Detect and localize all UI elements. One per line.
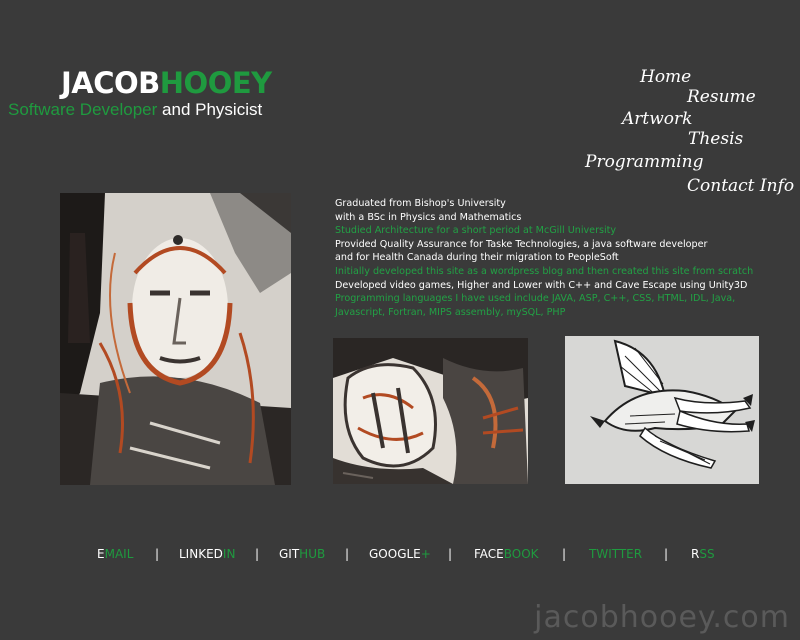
bio-line: Javascript, Fortran, MIPS assembly, mySQ…: [335, 306, 566, 318]
site-name: JACOBHOOEY: [61, 66, 272, 100]
linkedin-link-part2: IN: [222, 547, 236, 561]
site-name-first: JACOB: [61, 66, 160, 100]
separator: |: [664, 547, 669, 561]
bio-line: Provided Quality Assurance for Taske Tec…: [335, 238, 708, 250]
site-name-last: HOOEY: [159, 66, 272, 100]
email-link-part1: E: [97, 547, 105, 561]
bio-line: and for Health Canada during their migra…: [335, 252, 619, 264]
separator: |: [345, 547, 350, 561]
bio-section: Graduated from Bishop's University with …: [335, 197, 775, 319]
social-links: EMAIL | LINKEDIN | GITHUB | GOOGLE+ | FA…: [0, 545, 800, 563]
linkedin-link[interactable]: LINKEDIN: [179, 545, 235, 563]
facebook-link[interactable]: FACEBOOK: [474, 545, 539, 563]
facebook-link-part1: FACE: [474, 547, 504, 561]
twitter-link-part2: TWITTER: [589, 547, 643, 561]
bio-line: Programming languages I have used includ…: [335, 293, 736, 305]
site-tagline: Software Developer and Physicist: [8, 100, 262, 120]
email-link-part2: MAIL: [104, 547, 134, 561]
google-link-part2: +: [420, 547, 431, 561]
face-portrait-painting-image[interactable]: [60, 193, 291, 485]
bio-line: with a BSc in Physics and Mathematics: [335, 211, 522, 223]
bio-line: Studied Architecture for a short period …: [335, 225, 617, 237]
separator: |: [562, 547, 567, 561]
separator: |: [448, 547, 453, 561]
twitter-link[interactable]: TWITTER: [589, 545, 642, 563]
facebook-link-part2: BOOK: [503, 547, 539, 561]
separator: |: [155, 547, 160, 561]
bio-line: Developed video games, Higher and Lower …: [335, 279, 748, 291]
rss-link-part2: SS: [699, 547, 715, 561]
nav-thesis-link[interactable]: Thesis: [688, 129, 743, 149]
github-link-part1: GIT: [279, 547, 300, 561]
tagline-role: Software Developer: [8, 100, 158, 119]
github-link[interactable]: GITHUB: [279, 545, 325, 563]
nav-contact-link[interactable]: Contact Info: [687, 176, 794, 196]
bio-line: Initially developed this site as a wordp…: [335, 265, 754, 277]
google-link-part1: GOOGLE: [369, 547, 421, 561]
email-link[interactable]: EMAIL: [97, 545, 133, 563]
nav-artwork-link[interactable]: Artwork: [622, 109, 692, 129]
linkedin-link-part1: LINKED: [179, 547, 223, 561]
rss-link[interactable]: RSS: [691, 545, 715, 563]
google-plus-link[interactable]: GOOGLE+: [369, 545, 431, 563]
figure-sketch-painting-image[interactable]: [333, 338, 528, 484]
nav-resume-link[interactable]: Resume: [687, 87, 756, 107]
bio-line: Graduated from Bishop's University: [335, 198, 506, 209]
github-link-part2: HUB: [299, 547, 326, 561]
separator: |: [255, 547, 260, 561]
site-watermark: jacobhooey.com: [534, 600, 790, 635]
nav-programming-link[interactable]: Programming: [585, 152, 703, 172]
tagline-field: and Physicist: [157, 100, 263, 119]
nav-home-link[interactable]: Home: [640, 67, 691, 87]
bird-drawing-image[interactable]: [565, 336, 759, 484]
